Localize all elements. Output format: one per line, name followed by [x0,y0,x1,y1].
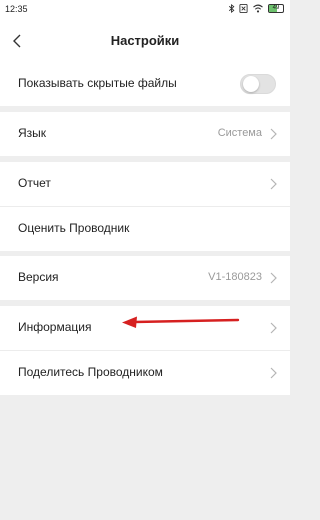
page-title: Настройки [110,33,180,48]
show-hidden-label: Показывать скрытые файлы [18,76,177,90]
status-icons: 49 [228,4,284,13]
setting-report[interactable]: Отчет [0,162,290,206]
report-label: Отчет [18,176,51,190]
setting-share[interactable]: Поделитесь Проводником [0,351,290,395]
rate-label: Оценить Проводник [18,221,130,235]
chevron-right-icon [270,272,277,284]
version-label: Версия [18,270,59,284]
app-bar: Настройки [0,18,290,64]
setting-rate[interactable]: Оценить Проводник [0,207,290,251]
language-label: Язык [18,126,47,140]
setting-version[interactable]: Версия V1-180823 [0,256,290,300]
info-label: Информация [18,320,92,334]
language-value: Система [217,127,262,139]
show-hidden-toggle[interactable] [240,74,276,94]
battery-level: 49 [272,5,280,11]
chevron-right-icon [270,367,277,379]
red-arrow-annotation-icon [122,316,240,328]
chevron-right-icon [270,128,277,140]
bluetooth-icon [228,4,235,13]
setting-show-hidden-files[interactable]: Показывать скрытые файлы [0,62,290,106]
share-label: Поделитесь Проводником [18,365,163,379]
sim-icon [239,4,248,13]
status-bar: 12:35 49 [0,0,290,18]
toggle-knob [243,76,259,92]
wifi-icon [253,4,263,13]
version-value: V1-180823 [208,271,262,283]
battery-icon: 49 [268,4,284,13]
chevron-right-icon [270,178,277,190]
status-time: 12:35 [5,4,28,14]
chevron-right-icon [270,322,277,334]
setting-language[interactable]: Язык Система [0,112,290,156]
